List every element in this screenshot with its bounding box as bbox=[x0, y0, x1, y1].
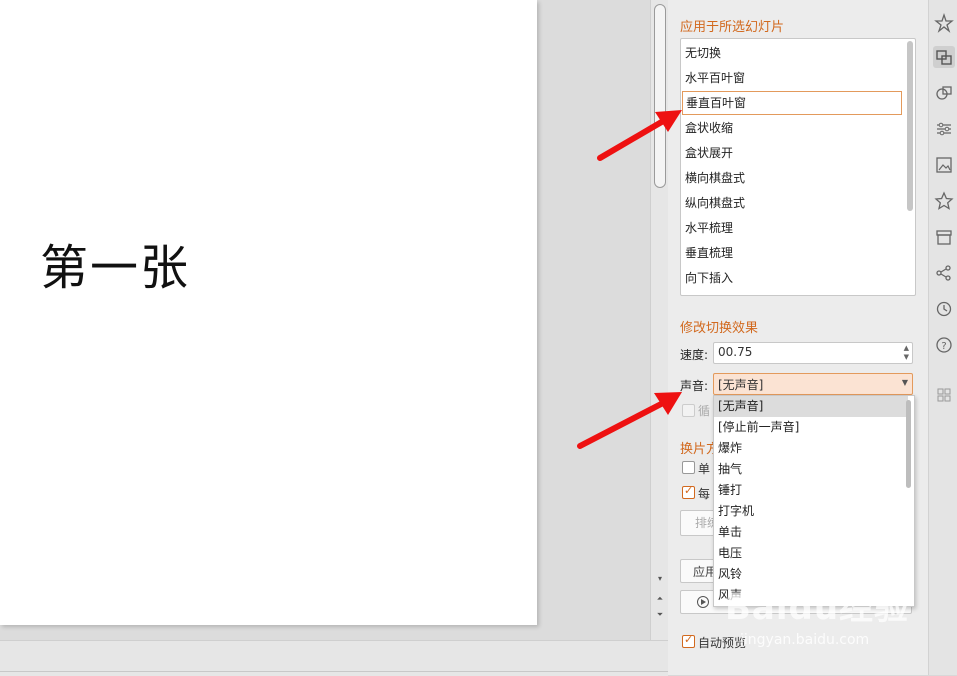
transition-item[interactable]: 水平梳理 bbox=[682, 217, 905, 239]
share-icon[interactable] bbox=[933, 262, 955, 284]
speed-label: 速度: bbox=[680, 348, 709, 362]
loop-checkbox[interactable] bbox=[682, 404, 695, 417]
sound-option[interactable]: 锤打 bbox=[714, 480, 908, 501]
right-sidebar-rail: ? bbox=[928, 0, 957, 675]
transition-item[interactable]: 水平百叶窗 bbox=[682, 67, 905, 89]
speed-input[interactable]: 00.75 ▲ ▼ bbox=[713, 342, 913, 364]
sound-option-highlighted[interactable]: [无声音] bbox=[714, 396, 908, 417]
transition-item[interactable]: 纵向棋盘式 bbox=[682, 192, 905, 214]
sound-option[interactable]: 打字机 bbox=[714, 501, 908, 522]
sound-option[interactable]: 单击 bbox=[714, 522, 908, 543]
spin-up-icon[interactable]: ▲ bbox=[904, 345, 909, 352]
slide-transition-icon[interactable] bbox=[933, 46, 955, 68]
transition-item[interactable]: 盒状收缩 bbox=[682, 117, 905, 139]
autopreview-checkbox[interactable] bbox=[682, 633, 695, 648]
chevron-down-icon[interactable]: ▼ bbox=[902, 378, 908, 387]
every-checkbox[interactable] bbox=[682, 484, 695, 499]
status-divider bbox=[0, 671, 668, 672]
apply-section-title: 应用于所选幻灯片 bbox=[680, 20, 785, 35]
sound-dropdown-list[interactable]: [无声音] [停止前一声音] 爆炸 抽气 锤打 打字机 单击 电压 风铃 风声 bbox=[713, 395, 915, 607]
transition-item[interactable]: 盒状展开 bbox=[682, 142, 905, 164]
transition-list[interactable]: 无切换 水平百叶窗 垂直百叶窗 盒状收缩 盒状展开 横向棋盘式 纵向棋盘式 水平… bbox=[680, 38, 916, 296]
sound-option[interactable]: [停止前一声音] bbox=[714, 417, 908, 438]
slide-title-text[interactable]: 第一张 bbox=[40, 228, 190, 298]
help-icon[interactable]: ? bbox=[933, 334, 955, 356]
speed-value: 00.75 bbox=[718, 345, 753, 359]
sound-label: 声音: bbox=[680, 379, 709, 393]
slide-transition-panel: 应用于所选幻灯片 无切换 水平百叶窗 垂直百叶窗 盒状收缩 盒状展开 横向棋盘式… bbox=[668, 0, 928, 675]
scrollbar-thumb[interactable] bbox=[654, 4, 666, 188]
modify-section-title: 修改切换效果 bbox=[680, 321, 759, 336]
status-bar bbox=[0, 640, 668, 676]
picture-icon[interactable] bbox=[933, 154, 955, 176]
loop-label: 循 bbox=[698, 404, 711, 418]
transition-item-selected[interactable]: 垂直百叶窗 bbox=[682, 91, 902, 115]
slide[interactable]: 第一张 bbox=[0, 0, 537, 625]
watermark-url: jingyan.baidu.com bbox=[740, 632, 870, 648]
autopreview-label: 自动预览 bbox=[698, 636, 747, 650]
transition-item[interactable]: 垂直梳理 bbox=[682, 242, 905, 264]
grid-apps-icon[interactable] bbox=[933, 384, 955, 406]
svg-text:?: ? bbox=[941, 341, 946, 352]
transition-item[interactable]: 无切换 bbox=[682, 42, 905, 64]
star-icon[interactable] bbox=[933, 190, 955, 212]
properties-sliders-icon[interactable] bbox=[933, 118, 955, 140]
transition-list-scrollbar[interactable] bbox=[907, 41, 913, 211]
play-icon bbox=[697, 596, 709, 608]
sound-option[interactable]: 电压 bbox=[714, 543, 908, 564]
transition-item[interactable]: 向下插入 bbox=[682, 267, 905, 289]
every-label: 每 bbox=[698, 487, 711, 501]
transition-item[interactable]: 横向棋盘式 bbox=[682, 167, 905, 189]
next-slide-icon[interactable]: ⏷ bbox=[655, 610, 665, 620]
on-click-checkbox[interactable] bbox=[682, 461, 695, 474]
sound-option[interactable]: 爆炸 bbox=[714, 438, 908, 459]
magic-star-icon[interactable] bbox=[933, 12, 955, 34]
history-icon[interactable] bbox=[933, 298, 955, 320]
spin-down-icon[interactable]: ▼ bbox=[904, 354, 909, 361]
sound-selected-value: [无声音] bbox=[718, 378, 764, 392]
on-click-label: 单 bbox=[698, 462, 711, 476]
sound-option[interactable]: 抽气 bbox=[714, 459, 908, 480]
shapes-icon[interactable] bbox=[933, 82, 955, 104]
canvas-vertical-scrollbar[interactable]: ▾ ⏶ ⏷ bbox=[650, 0, 669, 640]
watermark-logo: Baidu经验 bbox=[725, 588, 910, 628]
sound-dropdown-scrollbar[interactable] bbox=[906, 400, 911, 488]
sound-select[interactable]: [无声音] ▼ bbox=[713, 373, 913, 395]
slide-canvas: 第一张 bbox=[0, 0, 650, 640]
scroll-down-icon[interactable]: ▾ bbox=[655, 574, 665, 584]
prev-slide-icon[interactable]: ⏶ bbox=[655, 594, 665, 604]
archive-box-icon[interactable] bbox=[933, 226, 955, 248]
